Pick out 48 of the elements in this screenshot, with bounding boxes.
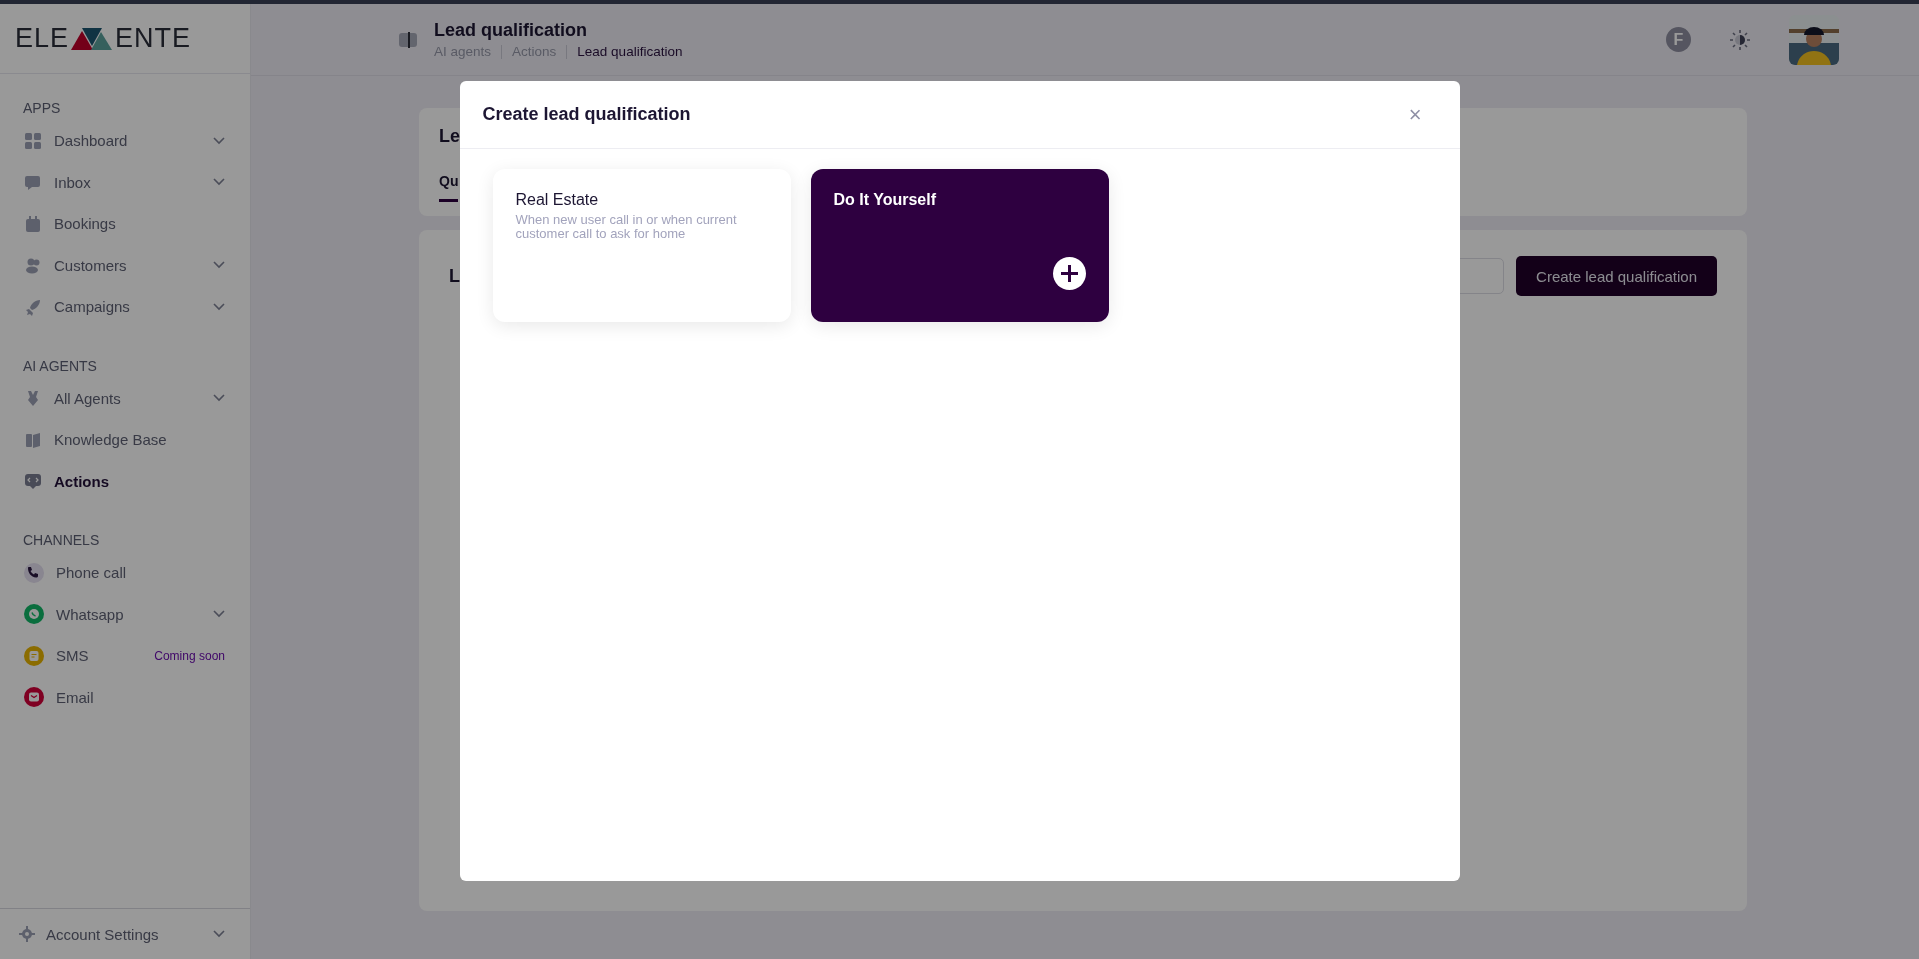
- close-button[interactable]: ×: [1404, 101, 1426, 128]
- card-title: Do It Yourself: [833, 191, 938, 209]
- section-title: CHANNELS: [22, 532, 101, 548]
- user-initial-avatar[interactable]: F: [1666, 27, 1691, 52]
- logo-text: ELE: [15, 23, 70, 54]
- sidebar-item[interactable]: Bookings: [0, 203, 250, 245]
- calendar-icon: [24, 214, 42, 233]
- list-title: L: [449, 265, 460, 287]
- create-button[interactable]: Create lead qualification: [1516, 256, 1717, 296]
- section-title: APPS: [22, 100, 62, 116]
- section-title: AI AGENTS: [22, 357, 98, 374]
- account-settings-item[interactable]: Account Settings: [0, 908, 250, 959]
- chat-bubble-icon: [24, 604, 44, 625]
- sidebar-item[interactable]: Dashboard: [0, 120, 250, 162]
- chat-icon: [24, 173, 42, 192]
- card-title: Real Estate: [515, 191, 600, 209]
- custom-card[interactable]: Do It Yourself: [810, 169, 1109, 322]
- sidebar-item[interactable]: Customers: [0, 244, 250, 286]
- grid-icon: [24, 131, 42, 150]
- page-title: Lead qualification: [434, 20, 589, 41]
- modal-title: Create lead qualification: [482, 104, 691, 125]
- sidebar-item[interactable]: Email: [0, 676, 250, 718]
- logo-icon: [71, 26, 114, 51]
- theme-toggle-icon[interactable]: [1729, 28, 1751, 51]
- logo-text: ENTE: [115, 23, 192, 54]
- sidebar-item[interactable]: All Agents: [0, 377, 250, 419]
- sidebar-item[interactable]: Campaigns: [0, 286, 250, 328]
- code-icon: [24, 472, 42, 491]
- plus-icon: [1052, 257, 1086, 290]
- breadcrumb-link[interactable]: Lead qualification: [577, 44, 683, 59]
- phone-icon: [24, 562, 44, 583]
- sidebar-item[interactable]: Inbox: [0, 161, 250, 203]
- section-title: Le: [439, 126, 460, 147]
- message-icon: [24, 645, 44, 666]
- sidebar-item[interactable]: Knowledge Base: [0, 419, 250, 461]
- sidebar-item[interactable]: Actions: [0, 460, 250, 502]
- mail-icon: [24, 687, 44, 708]
- sidebar-toggle-icon[interactable]: [398, 30, 418, 49]
- users-icon: [24, 256, 42, 275]
- gear-icon: [18, 925, 36, 943]
- coming-soon-label: Coming soon: [154, 648, 225, 663]
- card-description: When new user call in or when current customer call to ask for home: [515, 213, 738, 241]
- template-card[interactable]: Real Estate When new user call in or when current customer call to ask for home: [492, 169, 791, 322]
- sidebar-item[interactable]: SMS Coming soon: [0, 635, 250, 677]
- sidebar-item[interactable]: Phone call: [0, 552, 250, 594]
- rocket-icon: [24, 297, 42, 316]
- book-icon: [24, 430, 42, 449]
- sidebar-item[interactable]: Whatsapp: [0, 593, 250, 635]
